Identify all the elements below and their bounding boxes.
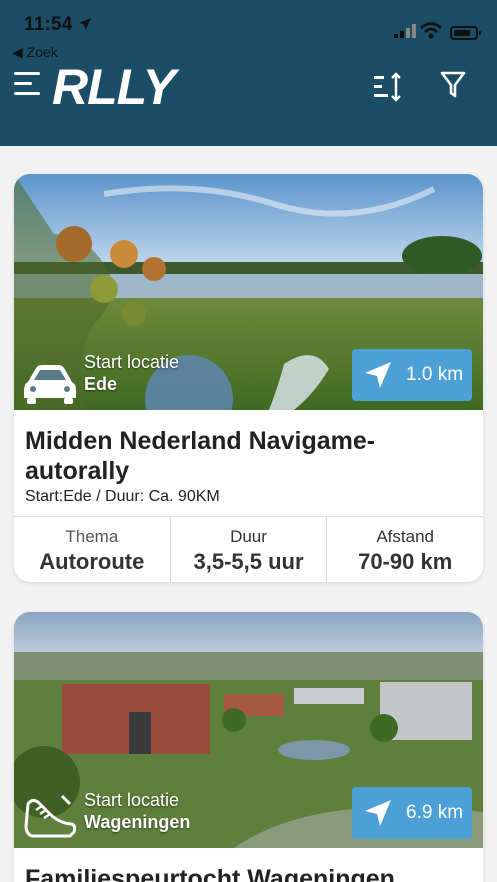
distance-value: 1.0 km [406, 364, 464, 385]
navigation-arrow-icon [365, 800, 391, 826]
battery-icon [450, 26, 481, 40]
distance-badge[interactable]: 6.9 km [352, 787, 472, 839]
status-time: 11:54 [24, 14, 73, 35]
back-link[interactable]: ◀ Zoek [12, 44, 58, 61]
stat-value: Autoroute [39, 549, 145, 574]
status-bar: 11:54 [0, 0, 497, 44]
car-icon [24, 365, 76, 404]
app-header: 11:54 ◀ Zoek RLLY [0, 0, 497, 146]
start-location-label: Start locatie Ede [84, 351, 179, 395]
start-label-text: Start locatie [84, 790, 180, 810]
stat-afstand: Afstand 70-90 km [327, 517, 483, 582]
location-arrow-icon [79, 18, 91, 30]
card-image: Start locatie Wageningen 6.9 km [14, 612, 483, 848]
distance-badge[interactable]: 1.0 km [352, 349, 472, 401]
card-subtitle: Start:Ede / Duur: Ca. 90KM [25, 488, 220, 505]
filter-icon[interactable] [440, 70, 466, 100]
stat-label: Afstand [376, 527, 434, 546]
distance-value: 6.9 km [406, 802, 464, 823]
stat-label: Thema [65, 527, 119, 546]
menu-icon[interactable] [14, 72, 40, 98]
stat-thema: Thema Autoroute [14, 517, 171, 582]
card-stats: Thema Autoroute Duur 3,5-5,5 uur Afstand… [14, 516, 483, 582]
sort-icon[interactable] [374, 72, 408, 102]
card-image: Start locatie Ede 1.0 km [14, 174, 483, 410]
stat-duur: Duur 3,5-5,5 uur [171, 517, 328, 582]
start-label-text: Start locatie [84, 352, 180, 372]
start-location-name: Ede [84, 374, 118, 394]
rally-card[interactable]: Start locatie Wageningen 6.9 km Families… [14, 612, 483, 882]
stat-value: 70-90 km [358, 549, 453, 574]
card-title: Familiespeurtocht Wageningen [25, 865, 395, 882]
wifi-icon [420, 22, 442, 39]
rally-list[interactable]: Start locatie Ede 1.0 km Midden Nederlan… [0, 146, 497, 882]
signal-icon [394, 24, 416, 38]
navigation-arrow-icon [365, 362, 391, 388]
walking-shoe-icon [24, 794, 77, 838]
start-location-name: Wageningen [84, 812, 191, 832]
start-location-label: Start locatie Wageningen [84, 789, 190, 833]
stat-label: Duur [230, 527, 267, 546]
stat-value: 3,5-5,5 uur [193, 549, 304, 574]
app-logo: RLLY [52, 59, 176, 115]
rally-card[interactable]: Start locatie Ede 1.0 km Midden Nederlan… [14, 174, 483, 582]
card-title: Midden Nederland Navigame-autorally [25, 427, 376, 485]
